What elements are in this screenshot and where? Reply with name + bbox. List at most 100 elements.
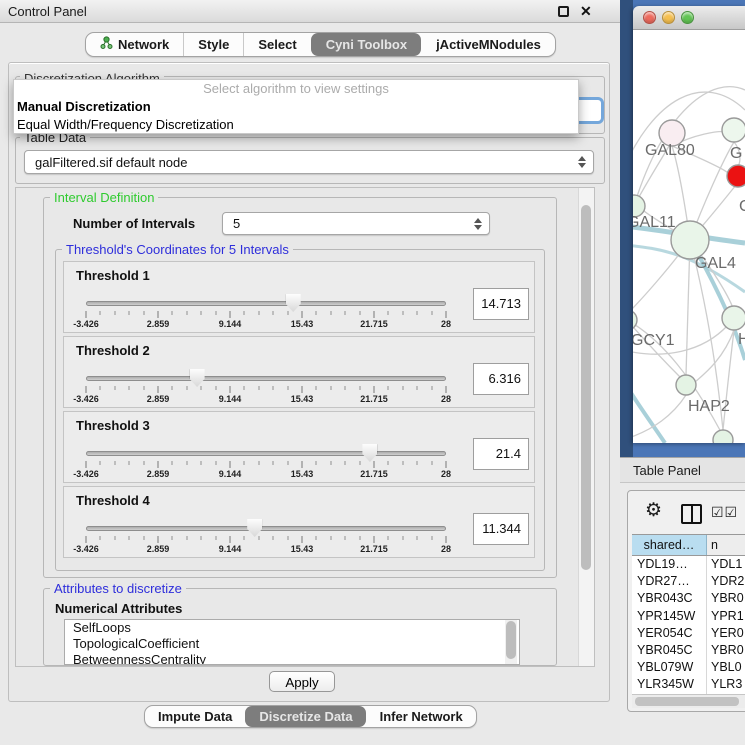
table-horizontal-scrollbar-thumb[interactable] bbox=[635, 697, 739, 706]
table-rows: YDL19…YDL1YDR27…YDR2YBR043CYBR0YPR145WYP… bbox=[632, 556, 745, 696]
split-columns-icon[interactable] bbox=[681, 504, 702, 524]
num-intervals-label: Number of Intervals bbox=[73, 216, 195, 231]
attribute-item-topologicalcoefficient[interactable]: TopologicalCoefficient bbox=[65, 636, 519, 652]
tab-network[interactable]: Network bbox=[86, 33, 183, 56]
cell-name[interactable]: YLR3 bbox=[707, 676, 745, 693]
network-window-titlebar[interactable] bbox=[633, 6, 745, 30]
tab-impute-data[interactable]: Impute Data bbox=[145, 706, 245, 727]
cell-shared-name[interactable]: YPR145W bbox=[632, 608, 707, 625]
column-header-name[interactable]: n bbox=[707, 535, 745, 555]
tab-select[interactable]: Select bbox=[243, 33, 310, 56]
cell-shared-name[interactable]: YDR27… bbox=[632, 573, 707, 590]
table-data-combobox[interactable]: galFiltered.sif default node bbox=[24, 150, 594, 174]
float-panel-icon[interactable] bbox=[558, 6, 569, 17]
tab-infer-network[interactable]: Infer Network bbox=[366, 706, 476, 727]
cell-shared-name[interactable]: YBR045C bbox=[632, 642, 707, 659]
attribute-item-selfloops[interactable]: SelfLoops bbox=[65, 620, 519, 636]
network-node-c[interactable] bbox=[727, 165, 745, 187]
tab-label: Cyni Toolbox bbox=[326, 37, 407, 52]
attributes-list-scrollbar-thumb[interactable] bbox=[506, 621, 516, 659]
cell-name[interactable]: YDR2 bbox=[707, 573, 745, 590]
table-row[interactable]: YBR045CYBR0 bbox=[632, 642, 745, 659]
slider-track[interactable] bbox=[86, 376, 446, 381]
network-view-window[interactable]: GAL80GCGAL11GAL4GCY1HHAP2 bbox=[633, 6, 745, 443]
threshold-slider[interactable]: -3.4262.8599.14415.4321.71528 bbox=[86, 448, 446, 478]
slider-tick-labels: -3.4262.8599.14415.4321.71528 bbox=[86, 544, 446, 554]
table-row[interactable]: YBR043CYBR0 bbox=[632, 590, 745, 607]
cell-shared-name[interactable]: YER054C bbox=[632, 625, 707, 642]
zoom-window-icon[interactable] bbox=[681, 11, 694, 24]
threshold-2-box: Threshold 2-3.4262.8599.14415.4321.71528… bbox=[63, 336, 535, 408]
close-window-icon[interactable] bbox=[643, 11, 656, 24]
threshold-slider[interactable]: -3.4262.8599.14415.4321.71528 bbox=[86, 298, 446, 328]
tab-discretize-data[interactable]: Discretize Data bbox=[245, 706, 365, 727]
dropdown-option-equal-width-frequency-discretization[interactable]: Equal Width/Frequency Discretization bbox=[14, 116, 578, 134]
table-row[interactable]: YBL079WYBL0 bbox=[632, 659, 745, 676]
network-node-gcy1[interactable] bbox=[633, 310, 637, 330]
cell-name[interactable]: YPR1 bbox=[707, 608, 745, 625]
attributes-list[interactable]: SelfLoopsTopologicalCoefficientBetweenne… bbox=[64, 619, 520, 665]
slider-tick-labels: -3.4262.8599.14415.4321.71528 bbox=[86, 469, 446, 479]
threshold-slider[interactable]: -3.4262.8599.14415.4321.71528 bbox=[86, 373, 446, 403]
column-header-shared-name[interactable]: shared… bbox=[632, 535, 707, 555]
num-intervals-spinner[interactable]: 5 bbox=[222, 212, 490, 235]
cell-name[interactable]: YER0 bbox=[707, 625, 745, 642]
slider-tick-labels: -3.4262.8599.14415.4321.71528 bbox=[86, 319, 446, 329]
table-panel-title: Table Panel bbox=[633, 463, 701, 478]
threshold-slider[interactable]: -3.4262.8599.14415.4321.71528 bbox=[86, 523, 446, 553]
threshold-value-field[interactable]: 21.4 bbox=[473, 438, 529, 470]
table-row[interactable]: YDL19…YDL1 bbox=[632, 556, 745, 573]
cell-name[interactable]: YBR0 bbox=[707, 590, 745, 607]
slider-ticks bbox=[86, 385, 446, 393]
table-row[interactable]: YER054CYER0 bbox=[632, 625, 745, 642]
threshold-value-field[interactable]: 6.316 bbox=[473, 363, 529, 395]
slider-track[interactable] bbox=[86, 301, 446, 306]
dropdown-option-manual-discretization[interactable]: Manual Discretization bbox=[14, 98, 578, 116]
spinner-arrows-icon bbox=[474, 218, 481, 230]
network-node-g[interactable] bbox=[722, 118, 745, 142]
network-node[interactable] bbox=[713, 430, 733, 443]
tab-jactivemnodules[interactable]: jActiveMNodules bbox=[421, 33, 555, 56]
select-columns-icon[interactable]: ☑☑ bbox=[711, 504, 738, 521]
tab-label: Impute Data bbox=[158, 709, 232, 724]
threshold-label: Threshold 3 bbox=[76, 418, 150, 433]
tab-cyni-toolbox[interactable]: Cyni Toolbox bbox=[311, 33, 421, 56]
node-label: G bbox=[730, 145, 742, 162]
threshold-label: Threshold 1 bbox=[76, 268, 150, 283]
cell-name[interactable]: YBR0 bbox=[707, 642, 745, 659]
node-label: C bbox=[739, 198, 745, 215]
threshold-value-field[interactable]: 14.713 bbox=[473, 288, 529, 320]
cell-name[interactable]: YDL1 bbox=[707, 556, 745, 573]
cell-shared-name[interactable]: YBR043C bbox=[632, 590, 707, 607]
tab-style[interactable]: Style bbox=[183, 33, 243, 56]
control-panel-titlebar: Control Panel ✕ bbox=[0, 0, 620, 23]
minimize-window-icon[interactable] bbox=[662, 11, 675, 24]
desktop-edge bbox=[620, 0, 633, 457]
cell-name[interactable]: YBL0 bbox=[707, 659, 745, 676]
node-label: H bbox=[738, 331, 745, 348]
table-header-row: shared… n bbox=[632, 534, 745, 556]
table-row[interactable]: YLR345WYLR3 bbox=[632, 676, 745, 693]
tab-label: Discretize Data bbox=[259, 709, 352, 724]
slider-ticks bbox=[86, 535, 446, 543]
network-node-gal4[interactable] bbox=[671, 221, 709, 259]
table-row[interactable]: YPR145WYPR1 bbox=[632, 608, 745, 625]
cell-shared-name[interactable]: YLR345W bbox=[632, 676, 707, 693]
attribute-item-betweennesscentrality[interactable]: BetweennessCentrality bbox=[65, 652, 519, 665]
network-canvas[interactable]: GAL80GCGAL11GAL4GCY1HHAP2 bbox=[633, 30, 745, 443]
gear-icon[interactable]: ⚙ bbox=[645, 500, 662, 522]
cell-shared-name[interactable]: YDL19… bbox=[632, 556, 707, 573]
table-row[interactable]: YDR27…YDR2 bbox=[632, 573, 745, 590]
network-node-hap2[interactable] bbox=[676, 375, 696, 395]
network-node-h[interactable] bbox=[722, 306, 745, 330]
threshold-1-box: Threshold 1 -3.4262.8599.14415.4321.71528… bbox=[63, 261, 535, 333]
vertical-scrollbar-thumb[interactable] bbox=[581, 205, 591, 570]
cell-shared-name[interactable]: YBL079W bbox=[632, 659, 707, 676]
tab-label: Style bbox=[198, 37, 229, 52]
tab-label: Network bbox=[118, 37, 169, 52]
apply-button[interactable]: Apply bbox=[269, 671, 335, 692]
slider-track[interactable] bbox=[86, 526, 446, 531]
slider-track[interactable] bbox=[86, 451, 446, 456]
close-panel-icon[interactable]: ✕ bbox=[580, 3, 592, 20]
threshold-value-field[interactable]: 11.344 bbox=[473, 513, 529, 545]
